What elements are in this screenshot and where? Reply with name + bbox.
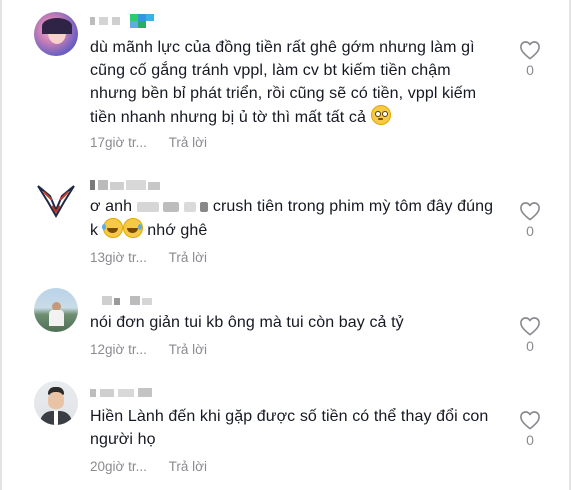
timestamp: 12giờ tr... (90, 342, 147, 357)
like-count: 0 (526, 62, 534, 78)
left-border (0, 0, 2, 490)
timestamp: 17giờ tr... (90, 135, 147, 150)
like-count: 0 (526, 432, 534, 448)
like-button[interactable]: 0 (516, 201, 544, 239)
comment-text: dù mãnh lực của đồng tiền rất ghê gớm nh… (90, 39, 477, 126)
like-count: 0 (526, 338, 534, 354)
redacted-name (183, 201, 196, 212)
like-button[interactable]: 0 (516, 40, 544, 78)
username-redacted[interactable] (90, 386, 170, 400)
comment-text: ơ anh crush tiên trong phim mỳ tôm đây đ… (90, 198, 494, 239)
heart-icon[interactable] (519, 316, 541, 336)
reply-button[interactable]: Trả lời (169, 250, 207, 265)
heart-icon[interactable] (519, 201, 541, 221)
timestamp: 20giờ tr... (90, 459, 147, 474)
like-button[interactable]: 0 (516, 410, 544, 448)
tears-of-joy-emoji (101, 218, 123, 238)
tears-of-joy-emoji (122, 218, 143, 238)
avatar[interactable] (34, 288, 78, 332)
comment-meta: 12giờ tr... Trả lời (90, 342, 207, 357)
fox-mask-icon (37, 185, 75, 219)
comment-text: nói đơn giản tui kb ông mà tui còn bay c… (90, 314, 404, 331)
username-redacted[interactable] (90, 178, 170, 192)
like-button[interactable]: 0 (516, 316, 544, 354)
redacted-name (163, 201, 180, 212)
avatar[interactable] (34, 176, 78, 220)
redacted-name (136, 201, 159, 212)
like-count: 0 (526, 223, 534, 239)
comment-meta: 17giờ tr... Trả lời (90, 135, 207, 150)
reply-button[interactable]: Trả lời (169, 135, 207, 150)
comment-meta: 13giờ tr... Trả lời (90, 250, 207, 265)
flushed-face-emoji (370, 105, 391, 125)
reply-button[interactable]: Trả lời (169, 459, 207, 474)
timestamp: 13giờ tr... (90, 250, 147, 265)
reply-button[interactable]: Trả lời (169, 342, 207, 357)
comment-text: Hiền Lành đến khi gặp được số tiền có th… (90, 408, 489, 448)
avatar[interactable] (34, 381, 78, 425)
username-redacted[interactable] (90, 14, 170, 28)
avatar[interactable] (34, 12, 78, 56)
username-redacted[interactable] (90, 294, 170, 308)
heart-icon[interactable] (519, 40, 541, 60)
comment-meta: 20giờ tr... Trả lời (90, 459, 207, 474)
redacted-name (200, 201, 209, 212)
heart-icon[interactable] (519, 410, 541, 430)
